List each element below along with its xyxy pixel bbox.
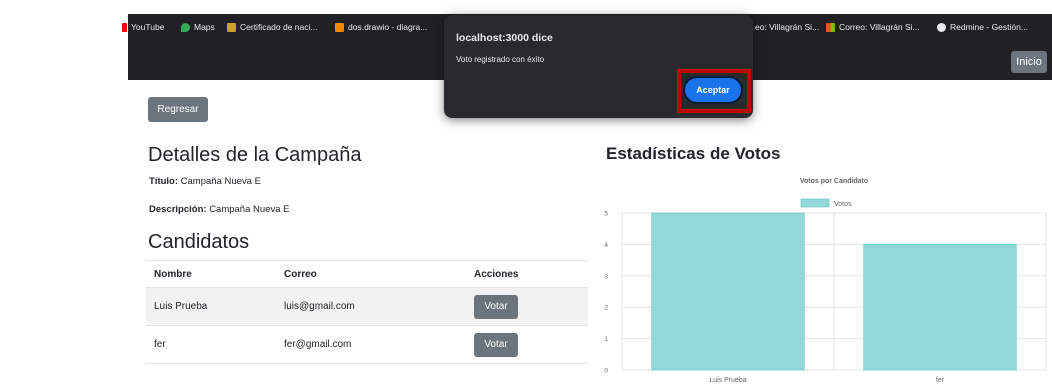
vote-button[interactable]: Votar	[474, 294, 518, 319]
candidate-email: luis@gmail.com	[276, 287, 466, 326]
folder-icon	[227, 22, 236, 32]
stats-heading: Estadísticas de Votos	[606, 144, 781, 163]
legend-swatch	[800, 198, 830, 208]
column-header-actions: Acciones	[466, 260, 588, 288]
y-tick-label: 1	[604, 336, 608, 343]
drawio-icon	[335, 22, 344, 32]
table-header-row: Nombre Correo Acciones	[146, 260, 588, 288]
column-header-email: Correo	[276, 260, 466, 288]
inicio-button[interactable]: Inicio	[1011, 51, 1047, 73]
bookmark-youtube[interactable]: YouTube	[122, 22, 164, 32]
bookmark-redmine[interactable]: Redmine - Gestión...	[937, 22, 1028, 32]
y-tick-label: 4	[604, 242, 608, 249]
title-value: Campaña Nueva E	[180, 176, 261, 187]
microsoft-icon	[826, 22, 835, 32]
bar	[651, 212, 805, 371]
globe-icon	[937, 22, 946, 32]
dialog-title: localhost:3000 dice	[456, 32, 553, 44]
accept-button[interactable]: Aceptar	[683, 76, 743, 104]
vote-button[interactable]: Votar	[474, 332, 518, 357]
y-tick-label: 2	[604, 305, 608, 312]
bookmark-correo-1[interactable]: eo: Villagrán Si...	[755, 22, 819, 32]
x-tick-label: Luis Prueba	[709, 377, 746, 384]
candidates-table: Nombre Correo Acciones Luis Prueba luis@…	[146, 260, 588, 364]
dialog-message: Voto registrado con éxito	[456, 55, 545, 64]
candidate-name: fer	[146, 325, 276, 364]
actions-cell: Votar	[466, 287, 588, 326]
x-tick-label: fer	[936, 377, 945, 384]
bar	[863, 244, 1017, 371]
bookmark-correo-2[interactable]: Correo: Villagrán Si...	[826, 22, 920, 32]
column-header-name: Nombre	[146, 260, 276, 288]
candidate-name: Luis Prueba	[146, 287, 276, 326]
description-label: Descripción:	[149, 204, 207, 215]
back-button[interactable]: Regresar	[148, 97, 208, 122]
candidates-heading: Candidatos	[148, 231, 250, 253]
votes-bar-chart: Votos por Candidato Votos 0 1 2 3 4 5 Luis Prueb…	[604, 178, 1047, 384]
details-heading: Detalles de la Campaña	[148, 144, 362, 166]
campaign-description-line: Descripción: Campaña Nueva E	[149, 204, 289, 215]
legend-label: Votos	[834, 201, 852, 208]
actions-cell: Votar	[466, 325, 588, 364]
y-tick-label: 0	[604, 368, 608, 375]
table-row: fer fer@gmail.com Votar	[146, 325, 588, 364]
campaign-title-line: Título: Campaña Nueva E	[149, 176, 261, 187]
y-tick-label: 5	[604, 211, 608, 218]
bookmark-maps[interactable]: Maps	[181, 22, 215, 32]
maps-icon	[181, 22, 190, 32]
bookmark-drawio[interactable]: dos.drawio - diagra...	[335, 22, 427, 32]
bookmark-certificado[interactable]: Certificado de naci...	[227, 22, 317, 32]
title-label: Título:	[149, 176, 179, 187]
y-tick-label: 3	[604, 273, 608, 280]
candidate-email: fer@gmail.com	[276, 325, 466, 364]
description-value: Campaña Nueva E	[209, 204, 290, 215]
chart-title: Votos por Candidato	[800, 178, 868, 185]
table-row: Luis Prueba luis@gmail.com Votar	[146, 287, 588, 326]
youtube-icon	[122, 22, 127, 32]
